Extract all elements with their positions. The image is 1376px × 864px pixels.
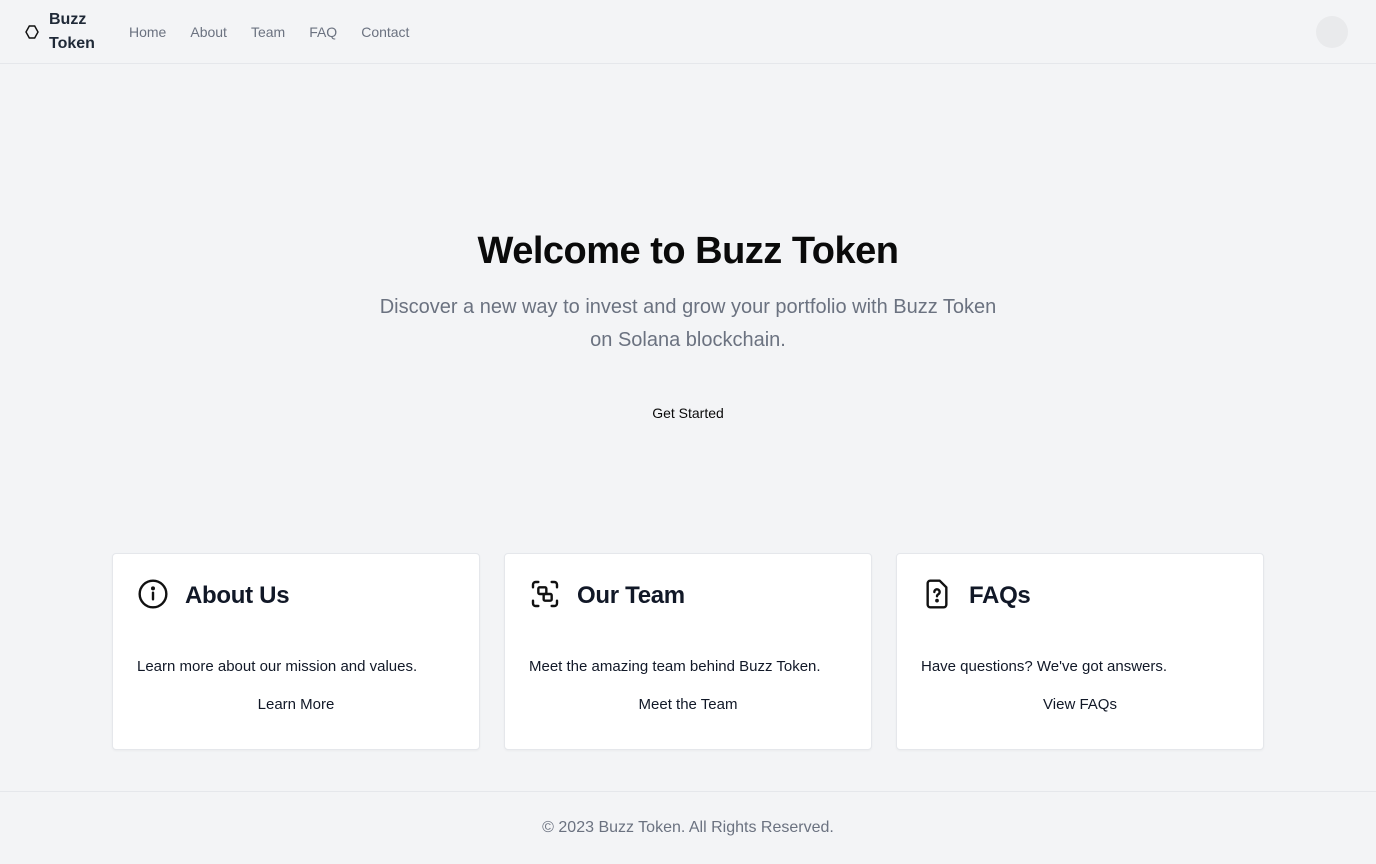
nav-faq[interactable]: FAQ (309, 24, 337, 40)
card-title: FAQs (969, 582, 1031, 609)
site-footer: © 2023 Buzz Token. All Rights Reserved. (0, 791, 1376, 864)
hero-subtitle: Discover a new way to invest and grow yo… (379, 296, 997, 351)
feature-cards: About Us Learn more about our mission an… (0, 553, 1376, 750)
nav-home[interactable]: Home (129, 24, 166, 40)
card-description: Meet the amazing team behind Buzz Token. (529, 658, 821, 675)
card-description: Have questions? We've got answers. (921, 658, 1168, 675)
hero-title: Welcome to Buzz Token (477, 230, 899, 272)
info-icon (137, 578, 169, 615)
get-started-button[interactable]: Get Started (652, 405, 724, 421)
learn-more-link[interactable]: Learn More (113, 696, 479, 713)
meet-the-team-link[interactable]: Meet the Team (505, 696, 871, 713)
hero-section: Welcome to Buzz Token Discover a new way… (0, 64, 1376, 553)
card-team: Our Team Meet the amazing team behind Bu… (504, 553, 872, 750)
user-avatar[interactable] (1316, 16, 1348, 48)
nav-team[interactable]: Team (251, 24, 285, 40)
nav-about[interactable]: About (190, 24, 227, 40)
site-header: Buzz Token Home About Team FAQ Contact (0, 0, 1376, 64)
main-nav: Home About Team FAQ Contact (129, 24, 409, 40)
view-faqs-link[interactable]: View FAQs (897, 696, 1263, 713)
card-title: Our Team (577, 582, 685, 609)
card-description: Learn more about our mission and values. (137, 658, 418, 675)
card-title: About Us (185, 582, 290, 609)
brand-name: Buzz Token (49, 10, 95, 52)
copyright-text: © 2023 Buzz Token. All Rights Reserved. (542, 819, 834, 836)
card-faqs: FAQs Have questions? We've got answers. … (896, 553, 1264, 750)
file-question-icon (921, 578, 953, 615)
hexagon-icon (24, 24, 40, 40)
brand-link[interactable]: Buzz Token (24, 8, 99, 56)
team-icon (529, 578, 561, 615)
card-about: About Us Learn more about our mission an… (112, 553, 480, 750)
nav-contact[interactable]: Contact (361, 24, 409, 40)
